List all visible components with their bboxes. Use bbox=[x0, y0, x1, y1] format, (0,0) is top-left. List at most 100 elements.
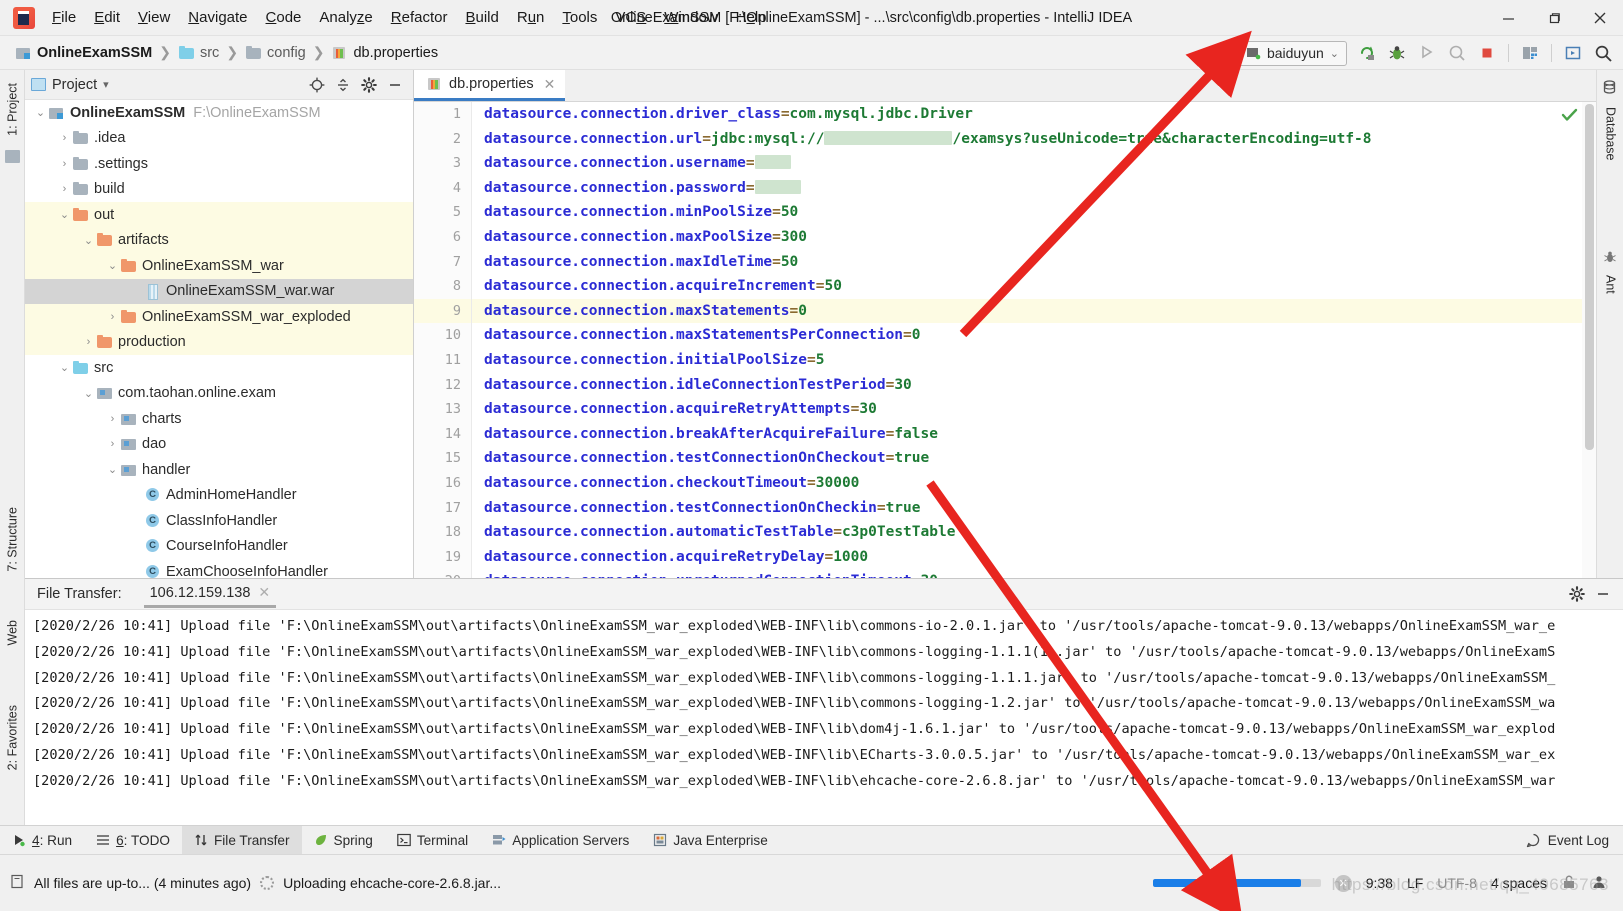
tree-node--idea[interactable]: › .idea bbox=[25, 126, 413, 152]
code-line[interactable]: datasource.connection.unreturnedConnecti… bbox=[472, 569, 1596, 578]
breadcrumb-item-src[interactable]: src bbox=[175, 43, 222, 63]
debug-icon[interactable] bbox=[1383, 40, 1411, 66]
close-icon[interactable]: ✕ bbox=[544, 76, 556, 93]
tool-tab-favorites[interactable]: 2: Favorites bbox=[0, 700, 25, 775]
code-line[interactable]: datasource.connection.minPoolSize=50 bbox=[472, 200, 1596, 225]
tree-node-out[interactable]: ⌄ out bbox=[25, 202, 413, 228]
bottom-tab-run[interactable]: 4: Run bbox=[0, 826, 84, 855]
close-button[interactable] bbox=[1577, 0, 1623, 36]
tree-node-build[interactable]: › build bbox=[25, 177, 413, 203]
inspection-status-icon[interactable] bbox=[1561, 108, 1578, 126]
menu-navigate[interactable]: Navigate bbox=[179, 5, 256, 30]
cancel-task-button[interactable]: ✕ bbox=[1334, 874, 1352, 892]
chevron-down-icon[interactable]: ⌄ bbox=[81, 386, 96, 401]
menu-help[interactable]: Help bbox=[727, 5, 776, 30]
bottom-tab-java-enterprise[interactable]: Java Enterprise bbox=[641, 826, 779, 855]
tree-node-onlineexamssm-war[interactable]: ⌄ OnlineExamSSM_war bbox=[25, 253, 413, 279]
menu-build[interactable]: Build bbox=[456, 5, 507, 30]
chevron-down-icon[interactable]: ⌄ bbox=[105, 462, 120, 477]
menu-vcs[interactable]: VCS bbox=[606, 5, 655, 30]
code-line[interactable]: datasource.connection.checkoutTimeout=30… bbox=[472, 471, 1596, 496]
run-configuration-selector[interactable]: baiduyun ⌄ bbox=[1237, 40, 1347, 66]
tool-tab-structure[interactable]: 7: Structure bbox=[0, 502, 25, 577]
bottom-tab-application-servers[interactable]: Application Servers bbox=[480, 826, 641, 855]
update-application-icon[interactable] bbox=[1559, 40, 1587, 66]
code-line[interactable]: datasource.connection.acquireIncrement=5… bbox=[472, 274, 1596, 299]
tree-node--settings[interactable]: › .settings bbox=[25, 151, 413, 177]
menu-code[interactable]: Code bbox=[257, 5, 311, 30]
breadcrumb-item-file[interactable]: db.properties bbox=[328, 43, 441, 63]
code-line[interactable]: datasource.connection.acquireRetryDelay=… bbox=[472, 545, 1596, 570]
settings-gear-icon[interactable] bbox=[1565, 583, 1589, 605]
tree-node-dao[interactable]: › dao bbox=[25, 432, 413, 458]
menu-view[interactable]: View bbox=[129, 5, 179, 30]
lock-icon[interactable] bbox=[1561, 874, 1577, 893]
search-everywhere-icon[interactable] bbox=[1589, 40, 1617, 66]
tree-node-onlineexamssm-war-war[interactable]: OnlineExamSSM_war.war bbox=[25, 278, 413, 304]
code-line[interactable]: datasource.connection.testConnectionOnCh… bbox=[472, 496, 1596, 521]
tool-tab-web[interactable]: Web bbox=[0, 615, 25, 650]
tree-node-com-taohan-online-exam[interactable]: ⌄ com.taohan.online.exam bbox=[25, 381, 413, 407]
code-line[interactable]: datasource.connection.breakAfterAcquireF… bbox=[472, 422, 1596, 447]
chevron-right-icon[interactable]: › bbox=[81, 335, 96, 350]
locate-icon[interactable] bbox=[305, 74, 329, 96]
tree-node-adminhomehandler[interactable]: AdminHomeHandler bbox=[25, 483, 413, 509]
code-line[interactable]: datasource.connection.url=jdbc:mysql:// /… bbox=[472, 127, 1596, 152]
close-icon[interactable]: ✕ bbox=[258, 584, 270, 601]
code-line[interactable]: datasource.connection.acquireRetryAttemp… bbox=[472, 397, 1596, 422]
hide-panel-icon[interactable] bbox=[383, 74, 407, 96]
maximize-button[interactable] bbox=[1531, 0, 1577, 36]
breadcrumb-item-project[interactable]: OnlineExamSSM bbox=[12, 43, 155, 63]
file-transfer-host-tab[interactable]: 106.12.159.138 ✕ bbox=[143, 580, 277, 608]
sync-status-label[interactable]: All files are up-to... (4 minutes ago) bbox=[34, 875, 251, 891]
chevron-down-icon[interactable]: ⌄ bbox=[81, 233, 96, 248]
code-line[interactable]: datasource.connection.maxPoolSize=300 bbox=[472, 225, 1596, 250]
menu-analyze[interactable]: Analyze bbox=[310, 5, 381, 30]
tool-tab-ant[interactable]: Ant bbox=[1598, 270, 1623, 299]
chevron-down-icon[interactable]: ⌄ bbox=[33, 105, 48, 120]
code-text[interactable]: datasource.connection.driver_class=com.m… bbox=[472, 102, 1596, 578]
code-line[interactable]: datasource.connection.driver_class=com.m… bbox=[472, 102, 1596, 127]
tree-node-charts[interactable]: › charts bbox=[25, 406, 413, 432]
tree-node-onlineexamssm-war-exploded[interactable]: › OnlineExamSSM_war_exploded bbox=[25, 304, 413, 330]
chevron-right-icon[interactable]: › bbox=[105, 309, 120, 324]
menu-window[interactable]: Window bbox=[655, 5, 726, 30]
code-line[interactable]: datasource.connection.idleConnectionTest… bbox=[472, 373, 1596, 398]
bottom-tab-todo[interactable]: 6: TODO bbox=[84, 826, 182, 855]
code-line[interactable]: datasource.connection.maxStatements=0 bbox=[472, 298, 1596, 324]
menu-refactor[interactable]: Refactor bbox=[382, 5, 457, 30]
menu-edit[interactable]: Edit bbox=[85, 5, 129, 30]
tree-node-src[interactable]: ⌄ src bbox=[25, 355, 413, 381]
inspection-profile-icon[interactable] bbox=[1591, 874, 1607, 893]
code-line[interactable]: datasource.connection.username= bbox=[472, 151, 1596, 176]
bottom-tab-spring[interactable]: Spring bbox=[302, 826, 385, 855]
chevron-right-icon[interactable]: › bbox=[57, 131, 72, 146]
code-line[interactable]: datasource.connection.password= bbox=[472, 176, 1596, 201]
chevron-right-icon[interactable]: › bbox=[105, 437, 120, 452]
menu-file[interactable]: File bbox=[43, 5, 85, 30]
breadcrumb-item-config[interactable]: config bbox=[242, 43, 309, 63]
project-file-tree[interactable]: ⌄ OnlineExamSSM F:\OnlineExamSSM › .idea › .se… bbox=[25, 100, 413, 585]
run-with-coverage-icon[interactable] bbox=[1413, 40, 1441, 66]
chevron-right-icon[interactable]: › bbox=[105, 411, 120, 426]
chevron-down-icon[interactable]: ⌄ bbox=[57, 207, 72, 222]
rerun-icon[interactable] bbox=[1353, 40, 1381, 66]
minimize-button[interactable] bbox=[1485, 0, 1531, 36]
editor-scrollbar[interactable] bbox=[1582, 102, 1596, 578]
project-panel-title[interactable]: Project ▾ bbox=[31, 77, 109, 93]
background-task-label[interactable]: Uploading ehcache-core-2.6.8.jar... bbox=[283, 875, 501, 891]
code-editor[interactable]: 1234567891011121314151617181920 datasour… bbox=[414, 102, 1596, 578]
project-structure-icon[interactable] bbox=[1516, 40, 1544, 66]
indent-label[interactable]: 4 spaces bbox=[1491, 875, 1547, 891]
bottom-tab-terminal[interactable]: Terminal bbox=[385, 826, 480, 855]
tree-node-onlineexamssm[interactable]: ⌄ OnlineExamSSM F:\OnlineExamSSM bbox=[25, 100, 413, 126]
tree-node-courseinfohandler[interactable]: CourseInfoHandler bbox=[25, 534, 413, 560]
tree-node-classinfohandler[interactable]: ClassInfoHandler bbox=[25, 508, 413, 534]
editor-tab-db-properties[interactable]: db.properties ✕ bbox=[414, 70, 566, 101]
back-arrow-icon[interactable] bbox=[1204, 40, 1232, 66]
menu-run[interactable]: Run bbox=[508, 5, 554, 30]
hide-panel-icon[interactable] bbox=[1591, 583, 1615, 605]
tool-tab-project[interactable]: 1: Project bbox=[0, 78, 25, 141]
code-line[interactable]: datasource.connection.maxStatementsPerCo… bbox=[472, 323, 1596, 348]
chevron-down-icon[interactable]: ⌄ bbox=[57, 360, 72, 375]
